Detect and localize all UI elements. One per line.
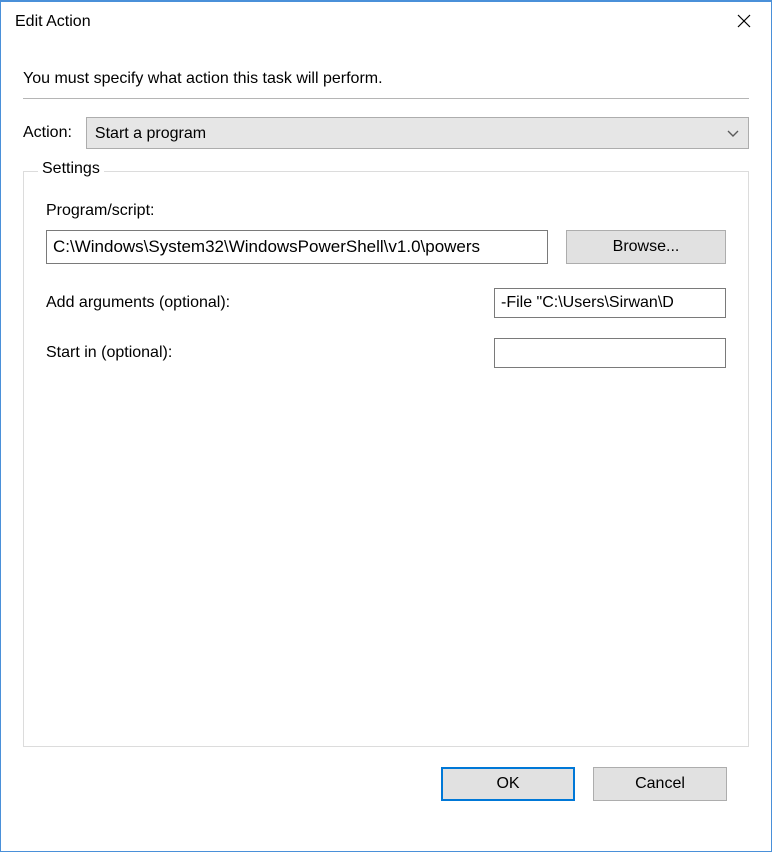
start-in-input[interactable] bbox=[494, 338, 726, 368]
program-script-label: Program/script: bbox=[46, 202, 726, 220]
start-in-row: Start in (optional): bbox=[46, 338, 726, 368]
action-row: Action: Start a program bbox=[23, 117, 749, 149]
ok-button[interactable]: OK bbox=[441, 767, 575, 801]
title-bar: Edit Action bbox=[1, 2, 771, 42]
add-arguments-input[interactable] bbox=[494, 288, 726, 318]
action-select-container: Start a program bbox=[86, 117, 749, 149]
divider bbox=[23, 98, 749, 99]
start-in-label: Start in (optional): bbox=[46, 344, 172, 362]
close-button[interactable] bbox=[717, 2, 771, 42]
program-script-input[interactable] bbox=[46, 230, 548, 264]
action-select[interactable]: Start a program bbox=[86, 117, 749, 149]
program-script-row: Browse... bbox=[46, 230, 726, 264]
close-icon bbox=[737, 12, 751, 33]
cancel-button[interactable]: Cancel bbox=[593, 767, 727, 801]
settings-fieldset: Settings Program/script: Browse... Add a… bbox=[23, 171, 749, 747]
action-label: Action: bbox=[23, 124, 72, 142]
add-arguments-row: Add arguments (optional): bbox=[46, 288, 726, 318]
window-title: Edit Action bbox=[15, 13, 91, 31]
browse-button[interactable]: Browse... bbox=[566, 230, 726, 264]
add-arguments-label: Add arguments (optional): bbox=[46, 294, 230, 312]
settings-legend: Settings bbox=[38, 160, 104, 178]
dialog-body: You must specify what action this task w… bbox=[1, 42, 771, 819]
dialog-footer: OK Cancel bbox=[23, 747, 749, 801]
instruction-text: You must specify what action this task w… bbox=[23, 70, 749, 88]
